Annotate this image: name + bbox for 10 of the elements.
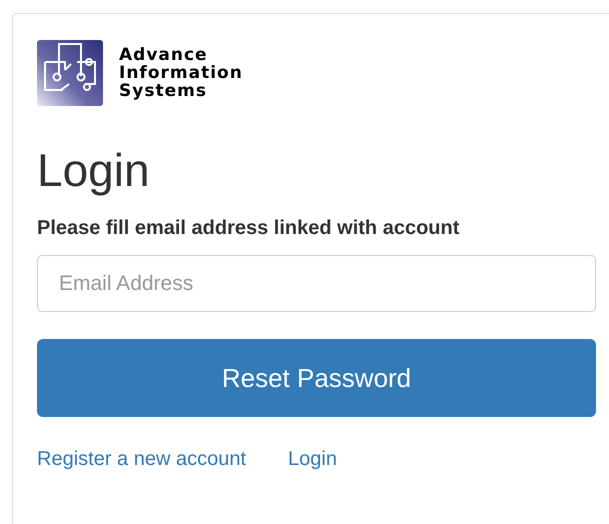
logo-text: Information	[119, 64, 243, 82]
logo-text: Systems	[119, 82, 208, 100]
page-heading: Login	[37, 144, 151, 196]
email-field[interactable]: Email Address	[37, 255, 596, 312]
field-label: Please fill email address linked with account	[37, 216, 460, 240]
nav-link[interactable]: Register a new account	[37, 447, 246, 471]
reset-password-button[interactable]: Reset Password	[37, 339, 596, 417]
logo-text: Advance	[119, 46, 209, 64]
circuit-logo-icon	[37, 40, 103, 106]
nav-link[interactable]: Login	[288, 447, 337, 471]
